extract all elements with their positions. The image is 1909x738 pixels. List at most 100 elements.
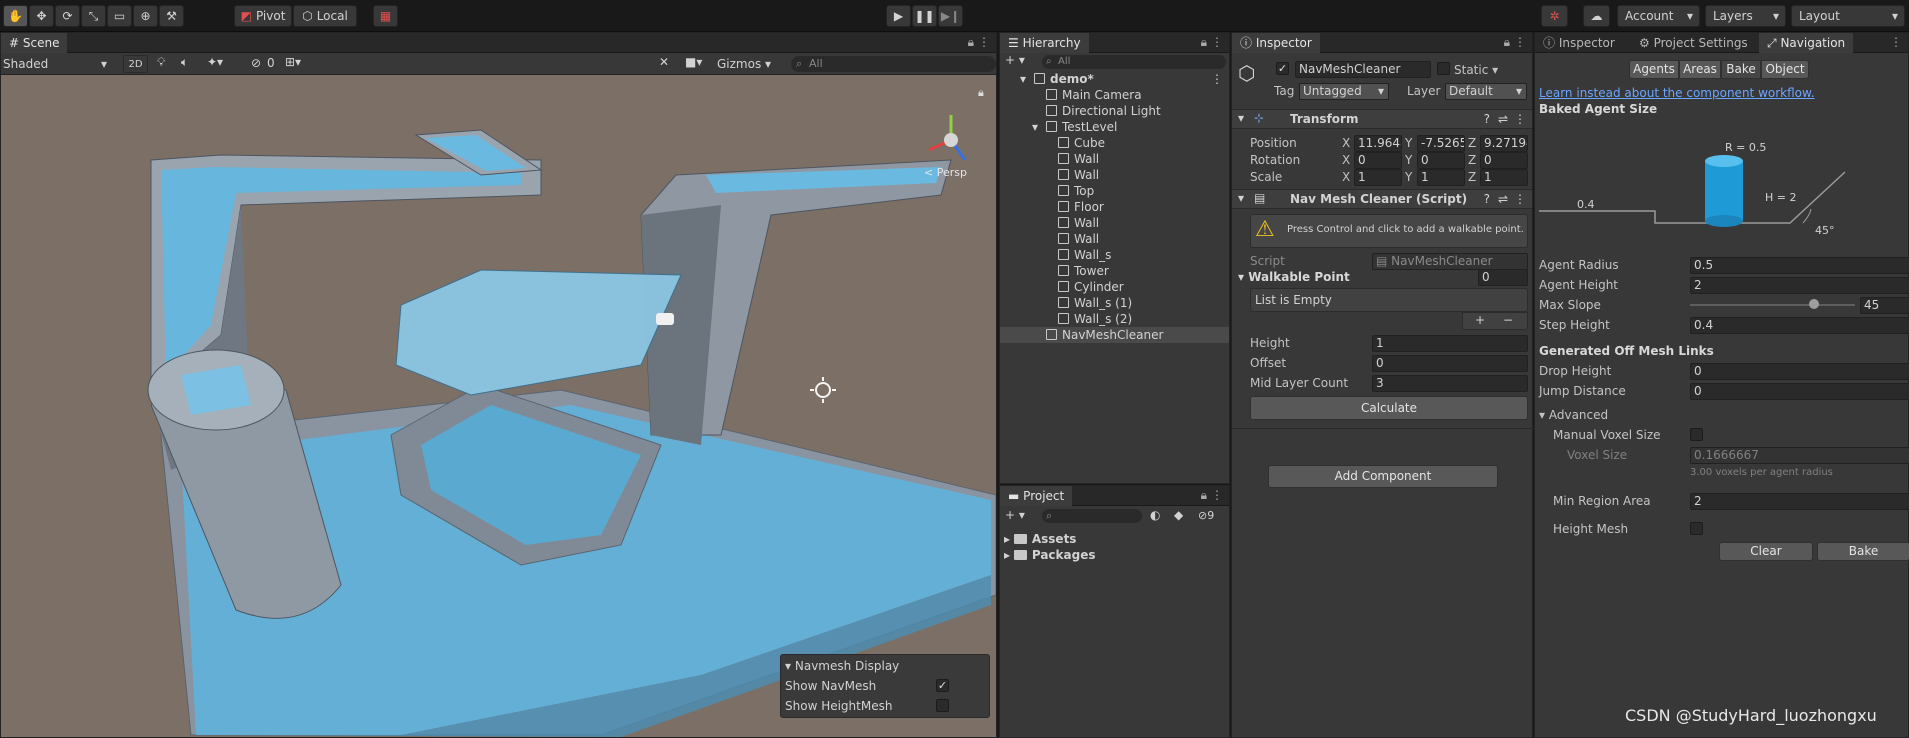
axis-label-z[interactable]: Z (1468, 169, 1476, 185)
tab-inspector[interactable]: ⓘ Inspector (1232, 33, 1320, 53)
pos-y-input[interactable]: -7.5265 (1417, 135, 1465, 152)
plus-icon[interactable]: + (1475, 313, 1485, 327)
minus-icon[interactable]: − (1503, 313, 1513, 327)
axis-label-y[interactable]: Y (1405, 135, 1412, 151)
manual-voxel-checkbox[interactable] (1690, 428, 1703, 441)
local-button[interactable]: ⬡ Local (293, 5, 357, 27)
object-name-input[interactable]: NavMeshCleaner (1295, 61, 1431, 78)
pos-x-input[interactable]: 11.9648 (1354, 135, 1402, 152)
lock-icon[interactable]: 🔒︎ (978, 86, 984, 100)
navmesh-display-title[interactable]: ▾ Navmesh Display (785, 658, 899, 674)
more-icon[interactable]: ⋮ (1211, 488, 1223, 502)
navmeshcleaner-header[interactable]: ▾ ▤ Nav Mesh Cleaner (Script) ? ⇌ ⋮ (1232, 189, 1532, 209)
layer-dropdown[interactable]: Default ▾ (1445, 83, 1527, 100)
rot-x-input[interactable]: 0 (1354, 152, 1402, 169)
axis-label-x[interactable]: X (1342, 169, 1350, 185)
lock-icon[interactable]: 🔒︎ (1201, 35, 1207, 50)
project-item-assets[interactable]: ▸ Assets (1004, 531, 1076, 547)
component-workflow-link[interactable]: Learn instead about the component workfl… (1539, 85, 1815, 101)
max-slope-slider[interactable] (1690, 304, 1855, 306)
custom-tool-icon[interactable]: ⚒ (159, 5, 184, 27)
tab-project[interactable]: ▬ Project (1000, 486, 1073, 506)
hierarchy-item[interactable]: Cylinder (1000, 279, 1229, 295)
pivot-button[interactable]: ◩ Pivot (234, 5, 292, 27)
tab-hierarchy[interactable]: ☰ Hierarchy (1000, 33, 1089, 53)
show-navmesh-checkbox[interactable]: ✓ (936, 679, 949, 692)
lock-icon[interactable]: 🔒︎ (968, 35, 974, 50)
subtab-bake[interactable]: Bake (1721, 60, 1761, 79)
axis-label-z[interactable]: Z (1468, 135, 1476, 151)
lock-icon[interactable]: 🔒︎ (1504, 35, 1510, 50)
axis-label-y[interactable]: Y (1405, 152, 1412, 168)
more-icon[interactable]: ⋮ (978, 35, 990, 49)
scl-x-input[interactable]: 1 (1354, 169, 1402, 186)
transform-header[interactable]: ▾ ⊹ Transform ? ⇌ ⋮ (1232, 109, 1532, 129)
triangle-down-icon[interactable]: ▾ (1020, 71, 1026, 87)
grid-snap-icon[interactable]: ▦ (373, 5, 398, 27)
walkable-count-input[interactable]: 0 (1478, 269, 1528, 286)
preset-icon[interactable]: ⇌ (1498, 112, 1508, 126)
walkable-point-foldout[interactable]: ▾ Walkable Point (1238, 269, 1350, 285)
2d-toggle[interactable]: 2D (123, 55, 148, 73)
tools-icon[interactable]: ✕ (659, 55, 669, 69)
pos-z-input[interactable]: 9.27194 (1480, 135, 1528, 152)
hierarchy-item[interactable]: Directional Light (1000, 103, 1229, 119)
lighting-icon[interactable]: 💡︎ (157, 55, 165, 70)
hierarchy-item[interactable]: Cube (1000, 135, 1229, 151)
gizmos-dropdown[interactable]: Gizmos ▾ (717, 55, 771, 73)
hidden-packages-icon[interactable]: ⊘9 (1198, 509, 1214, 522)
filter-label-icon[interactable]: ◆ (1174, 508, 1183, 522)
effects-icon[interactable]: ✦▾ (207, 55, 223, 69)
tab-project-settings[interactable]: ⚙ Project Settings (1631, 33, 1756, 53)
step-button[interactable]: ▶❙ (938, 5, 963, 27)
scale-tool-icon[interactable]: ⤡ (81, 5, 106, 27)
hidden-objects-icon[interactable]: ⊘ (251, 56, 261, 70)
axis-label-x[interactable]: X (1342, 135, 1350, 151)
hierarchy-item[interactable]: Wall (1000, 151, 1229, 167)
height-input[interactable]: 1 (1372, 335, 1528, 352)
hierarchy-item[interactable]: Wall_s (1000, 247, 1229, 263)
more-icon[interactable]: ⋮ (1211, 35, 1223, 49)
scl-z-input[interactable]: 1 (1480, 169, 1528, 186)
axis-label-z[interactable]: Z (1468, 152, 1476, 168)
rot-z-input[interactable]: 0 (1480, 152, 1528, 169)
shading-dropdown[interactable]: Shaded ▾ (1, 55, 111, 73)
layers-dropdown[interactable]: Layers ▾ (1705, 5, 1786, 27)
scene-search-input[interactable]: ⌕ All (791, 56, 996, 72)
subtab-areas[interactable]: Areas (1679, 60, 1721, 79)
hierarchy-item[interactable]: NavMeshCleaner (1000, 327, 1229, 343)
min-region-input[interactable]: 2 (1690, 493, 1909, 510)
pause-button[interactable]: ❚❚ (912, 5, 937, 27)
static-dropdown[interactable]: Static ▾ (1454, 62, 1498, 78)
subtab-agents[interactable]: Agents (1629, 60, 1679, 79)
triangle-down-icon[interactable]: ▾ (1032, 119, 1038, 135)
show-heightmesh-checkbox[interactable] (936, 699, 949, 712)
more-icon[interactable]: ⋮ (1514, 35, 1526, 49)
axis-label-x[interactable]: X (1342, 152, 1350, 168)
slider-thumb[interactable] (1808, 299, 1819, 309)
project-search-input[interactable]: ⌕ (1042, 509, 1142, 523)
hierarchy-item[interactable]: Tower (1000, 263, 1229, 279)
offset-input[interactable]: 0 (1372, 355, 1528, 372)
help-icon[interactable]: ? (1484, 112, 1490, 126)
more-icon[interactable]: ⋮ (1514, 192, 1526, 206)
rect-tool-icon[interactable]: ▭ (107, 5, 132, 27)
move-tool-icon[interactable]: ✥ (29, 5, 54, 27)
tab-navigation[interactable]: ⤢ Navigation (1759, 33, 1854, 53)
add-icon[interactable]: + ▾ (1005, 53, 1025, 67)
camera-icon[interactable]: ■▾ (685, 55, 702, 69)
clear-button[interactable]: Clear (1719, 542, 1813, 561)
tab-scene[interactable]: # Scene (1, 33, 68, 53)
collab-icon[interactable]: ✲ (1541, 5, 1568, 27)
project-item-packages[interactable]: ▸ Packages (1004, 547, 1096, 563)
advanced-foldout[interactable]: ▾ Advanced (1539, 407, 1608, 423)
more-icon[interactable]: ⋮ (1211, 71, 1223, 87)
tab-inspector-2[interactable]: ⓘ Inspector (1535, 33, 1623, 53)
grid-toggle-icon[interactable]: ⊞▾ (285, 55, 301, 69)
max-slope-input[interactable]: 45 (1860, 297, 1909, 314)
drop-height-input[interactable]: 0 (1690, 363, 1909, 380)
hierarchy-item[interactable]: Main Camera (1000, 87, 1229, 103)
filter-type-icon[interactable]: ◐ (1150, 508, 1160, 522)
subtab-object[interactable]: Object (1761, 60, 1809, 79)
lock-icon[interactable]: 🔒︎ (1201, 488, 1207, 503)
